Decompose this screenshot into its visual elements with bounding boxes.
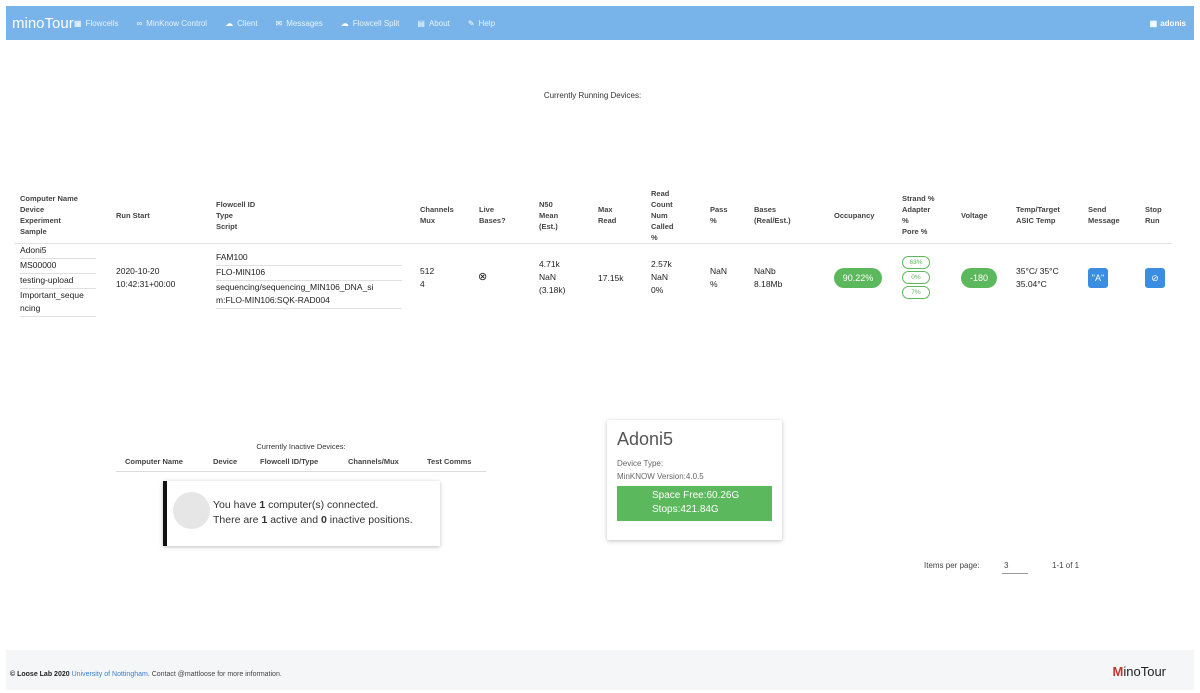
nav-flowcell-split[interactable]: ☁ Flowcell Split xyxy=(341,19,400,28)
header-occupancy: Occupancy xyxy=(834,211,875,220)
navbar: minoTour ▦ Flowcells ∞ MinKnow Control ☁ Cl… xyxy=(6,6,1194,40)
header-flowcell: Flowcell ID Type Script xyxy=(216,200,256,231)
inactive-header-channels: Channels/Mux xyxy=(348,457,399,466)
voltage-badge: -180 xyxy=(961,268,997,288)
cell-flowcell: FAM100 FLO-MIN106 sequencing/sequencing_… xyxy=(216,251,402,309)
occupancy-badge: 90.22% xyxy=(834,268,882,288)
nav-messages[interactable]: ✉ Messages xyxy=(276,19,323,28)
cell-n50: 4.71k NaN (3.18k) xyxy=(539,259,566,295)
cell-bases: NaNb 8.18Mb xyxy=(754,266,783,289)
inactive-header-flowcell: Flowcell ID/Type xyxy=(260,457,319,466)
space-free: Space Free:60.26G xyxy=(652,490,740,501)
nav-client[interactable]: ☁ Client xyxy=(225,19,257,28)
header-live-bases: Live Bases? xyxy=(479,205,506,225)
pore-badge: 7% xyxy=(902,286,930,299)
stops: Stops:421.84G xyxy=(652,504,719,515)
user-menu[interactable]: ▦ adonis xyxy=(1150,6,1186,40)
footer: © Loose Lab 2020 University of Nottingha… xyxy=(6,650,1194,690)
cell-temp: 35°C/ 35°C 35.04°C xyxy=(1016,266,1059,289)
pagination-range: 1-1 of 1 xyxy=(1052,561,1080,570)
storage-badge: Space Free:60.26G Stops:421.84G xyxy=(617,486,772,521)
nav-about[interactable]: ▤ About xyxy=(417,19,449,28)
link-icon: ∞ xyxy=(136,18,143,28)
connection-summary-card: You have 1 computer(s) connected. There … xyxy=(163,481,440,546)
book-icon: ▤ xyxy=(417,18,425,28)
header-run-start: Run Start xyxy=(116,211,150,220)
cloud-icon: ☁ xyxy=(225,18,234,28)
cell-pass: NaN % xyxy=(710,266,728,289)
cell-run-start: 2020-10-20 10:42:31+00:00 xyxy=(116,266,176,289)
grid-icon: ▦ xyxy=(74,18,82,28)
grid-icon: ▦ xyxy=(1149,18,1158,28)
nav-minknow-control[interactable]: ∞ MinKnow Control xyxy=(136,19,207,28)
device-card[interactable]: Adoni5 Device Type: MinKNOW Version:4.0.… xyxy=(607,420,782,540)
inactive-devices-title: Currently Inactive Devices: xyxy=(256,442,346,451)
help-icon: ✎ xyxy=(467,18,475,28)
footer-text: © Loose Lab 2020 University of Nottingha… xyxy=(10,671,282,678)
adapter-badge: 0% xyxy=(902,271,930,284)
cell-computer: Adoni5 MS00000 testing-upload Important_… xyxy=(20,244,96,317)
header-computer: Computer Name Device Experiment Sample xyxy=(20,194,78,236)
cell-channels: 512 4 xyxy=(420,266,435,289)
header-max-read: Max Read xyxy=(598,205,617,225)
inactive-header-test-comms: Test Comms xyxy=(427,457,472,466)
header-temp: Temp/Target ASIC Temp xyxy=(1016,205,1060,225)
header-pass: Pass % xyxy=(710,205,728,225)
minotour-logo: MinoTour xyxy=(1112,664,1166,679)
summary-line-positions: There are 1 active and 0 inactive positi… xyxy=(213,514,413,526)
summary-line-computers: You have 1 computer(s) connected. xyxy=(213,499,379,511)
inactive-divider xyxy=(116,471,486,472)
header-bases: Bases (Real/Est.) xyxy=(754,205,791,225)
items-per-page-label: Items per page: xyxy=(924,561,980,570)
header-read-count: Read Count Num Called % xyxy=(651,189,674,242)
brand-logo[interactable]: minoTour xyxy=(6,15,74,32)
mail-icon: ✉ xyxy=(275,18,283,28)
inactive-header-device: Device xyxy=(213,457,238,466)
live-bases-icon[interactable]: ⊗ xyxy=(478,271,487,284)
avatar xyxy=(173,492,210,529)
device-name: Adoni5 xyxy=(617,429,674,449)
header-divider xyxy=(14,243,1172,244)
stop-icon: ⊘ xyxy=(1151,273,1159,283)
items-per-page-select[interactable]: 3 xyxy=(1002,558,1028,574)
header-strand: Strand % Adapter % Pore % xyxy=(902,194,935,236)
nav-help[interactable]: ✎ Help xyxy=(468,19,495,28)
cell-max-read: 17.15k xyxy=(598,273,624,283)
header-channels: Channels Mux xyxy=(420,205,454,225)
stop-run-button[interactable]: ⊘ xyxy=(1145,268,1165,288)
nav-flowcells[interactable]: ▦ Flowcells xyxy=(74,19,118,28)
send-message-button[interactable]: "A" xyxy=(1088,268,1108,288)
header-n50: N50 Mean (Est.) xyxy=(539,200,559,231)
header-stop-run: Stop Run xyxy=(1145,205,1162,225)
header-voltage: Voltage xyxy=(961,211,988,220)
cell-read-count: 2.57k NaN 0% xyxy=(651,259,672,295)
university-link[interactable]: University of Nottingham xyxy=(72,671,148,678)
cloud-icon: ☁ xyxy=(340,18,349,28)
message-icon: "A" xyxy=(1091,273,1105,283)
device-type: Device Type: xyxy=(617,459,664,468)
strand-badge: 63% xyxy=(902,256,930,269)
minknow-version: MinKNOW Version:4.0.5 xyxy=(617,472,704,481)
header-send-message: Send Message xyxy=(1088,205,1120,225)
inactive-header-computer: Computer Name xyxy=(125,457,183,466)
running-devices-title: Currently Running Devices: xyxy=(543,91,642,100)
